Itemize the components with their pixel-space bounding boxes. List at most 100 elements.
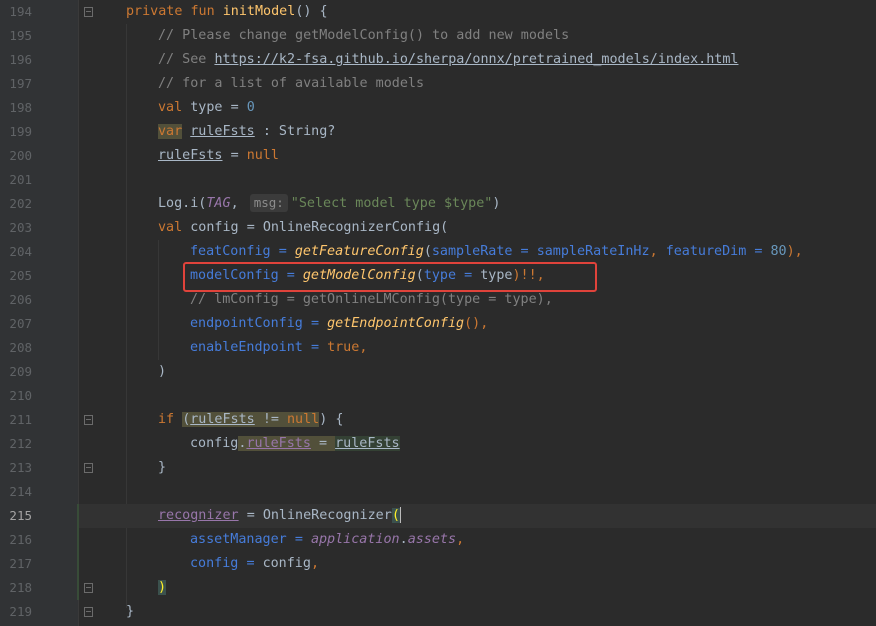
code-line[interactable]: } (158, 456, 876, 480)
fold-expand-icon[interactable] (84, 583, 93, 593)
doc-link[interactable]: https://k2-fsa.github.io/sherpa/onnx/pre… (214, 52, 738, 67)
code-line[interactable]: featConfig = getFeatureConfig(sampleRate… (190, 240, 876, 264)
line-number: 214 (9, 484, 32, 499)
function-call: getEndpointConfig (327, 316, 465, 331)
identifier: ruleFsts (190, 124, 255, 139)
line-number: 208 (9, 340, 32, 355)
line-number: 204 (9, 244, 32, 259)
keyword: fun (190, 4, 215, 19)
punctuation: ) (492, 196, 501, 211)
identifier: sampleRateInHz (536, 244, 650, 259)
code-line[interactable]: // Please change getModelConfig() to add… (158, 24, 876, 48)
indent-guide (158, 240, 159, 360)
line-number: 216 (9, 532, 32, 547)
matched-brace: ( (391, 508, 400, 523)
code-line[interactable]: config = config, (190, 552, 876, 576)
code-line[interactable]: val config = OnlineRecognizerConfig( (158, 216, 876, 240)
code-line[interactable]: // lmConfig = getOnlineLMConfig(type = t… (190, 288, 876, 312)
code-line[interactable]: ) (158, 360, 876, 384)
identifier: ruleFsts (190, 412, 255, 427)
line-number: 195 (9, 28, 32, 43)
line-number: 206 (9, 292, 32, 307)
code-line[interactable]: endpointConfig = getEndpointConfig(), (190, 312, 876, 336)
line-number: 196 (9, 52, 32, 67)
code-line[interactable]: val type = 0 (158, 96, 876, 120)
fold-expand-icon[interactable] (84, 607, 93, 617)
constructor-call: OnlineRecognizer (262, 508, 392, 523)
keyword: true (327, 340, 360, 355)
keyword: null (287, 412, 320, 427)
named-argument: enableEndpoint (190, 340, 303, 355)
identifier: ruleFsts (158, 148, 223, 163)
line-number: 197 (9, 76, 32, 91)
named-argument: config (190, 556, 239, 571)
line-number: 200 (9, 148, 32, 163)
named-argument: featureDim (665, 244, 747, 259)
operator: != (262, 412, 279, 427)
property: assets (407, 532, 457, 547)
identifier: type (190, 100, 223, 115)
operator: = (246, 556, 255, 571)
line-number: 194 (9, 4, 32, 19)
operator: = (310, 316, 319, 331)
punctuation: , (310, 556, 319, 571)
code-line[interactable]: } (126, 600, 876, 624)
punctuation: ) { (319, 412, 344, 427)
code-line[interactable]: if (ruleFsts != null) { (158, 408, 876, 432)
matched-brace: ) (158, 580, 167, 595)
identifier: application (310, 532, 400, 547)
line-number: 201 (9, 172, 32, 187)
code-line[interactable]: private fun initModel() { (126, 0, 876, 24)
keyword: if (158, 412, 175, 427)
operator: = (294, 532, 303, 547)
operator: = (319, 436, 328, 451)
line-number: 198 (9, 100, 32, 115)
named-argument: sampleRate (431, 244, 513, 259)
code-line[interactable]: assetManager = application.assets, (190, 528, 876, 552)
line-number: 209 (9, 364, 32, 379)
line-number: 213 (9, 460, 32, 475)
property: ruleFsts (246, 436, 311, 451)
fold-collapse-icon[interactable] (84, 415, 93, 425)
fold-collapse-icon[interactable] (84, 7, 93, 17)
operator: = (246, 220, 255, 235)
parameter-hint: msg: (249, 194, 288, 212)
function-name: initModel (222, 4, 296, 19)
code-line[interactable]: Log.i(TAG, msg: "Select model type $type"… (158, 192, 876, 216)
line-number: 202 (9, 196, 32, 211)
code-line[interactable]: // for a list of available models (158, 72, 876, 96)
keyword: private (126, 4, 183, 19)
line-number: 219 (9, 604, 32, 619)
operator: = (246, 508, 255, 523)
operator: = (230, 148, 239, 163)
code-line[interactable]: var ruleFsts : String? (158, 120, 876, 144)
line-number: 218 (9, 580, 32, 595)
code-line[interactable]: ruleFsts = null (158, 144, 876, 168)
line-number-current: 215 (9, 508, 32, 523)
keyword: val (158, 100, 183, 115)
code-editor[interactable]: 194 195 196 197 198 199 200 201 202 203 … (0, 0, 876, 626)
property: recognizer (158, 508, 239, 523)
code-line[interactable]: ) (158, 576, 876, 600)
line-number: 217 (9, 556, 32, 571)
code-line-current[interactable]: recognizer = OnlineRecognizer( (79, 504, 876, 528)
code-line[interactable]: enableEndpoint = true, (190, 336, 876, 360)
keyword: var (158, 124, 183, 139)
constructor-call: OnlineRecognizerConfig( (262, 220, 449, 235)
identifier: config (190, 436, 239, 451)
line-number-gutter[interactable]: 194 195 196 197 198 199 200 201 202 203 … (0, 0, 93, 626)
type-annotation: : String? (262, 124, 336, 139)
operator: = (230, 100, 239, 115)
punctuation: () { (295, 4, 328, 19)
line-number: 199 (9, 124, 32, 139)
punctuation: , (456, 532, 465, 547)
named-argument: endpointConfig (190, 316, 303, 331)
code-line[interactable]: config.ruleFsts = ruleFsts (190, 432, 876, 456)
line-number: 203 (9, 220, 32, 235)
function-call: getFeatureConfig (294, 244, 424, 259)
fold-expand-icon[interactable] (84, 463, 93, 473)
code-line[interactable]: // See https://k2-fsa.github.io/sherpa/o… (158, 48, 876, 72)
line-number: 210 (9, 388, 32, 403)
punctuation: (), (464, 316, 489, 331)
named-argument: assetManager (190, 532, 287, 547)
